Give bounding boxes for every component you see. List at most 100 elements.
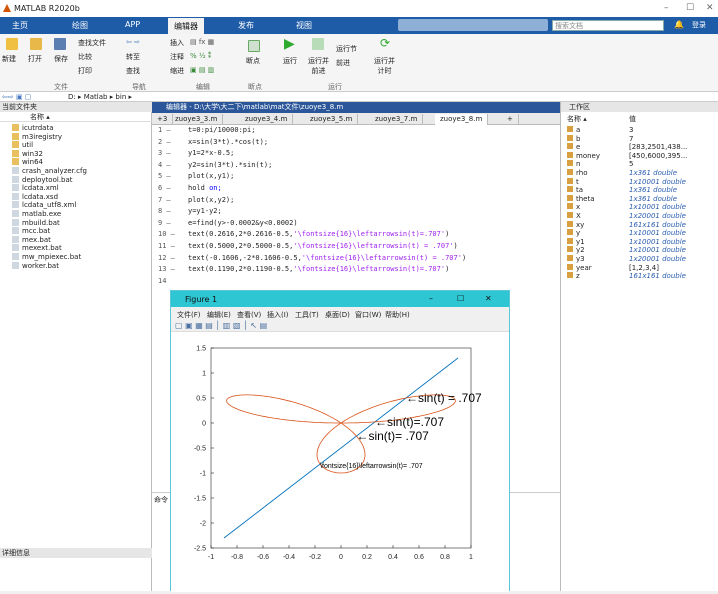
- find-button[interactable]: 查找: [126, 66, 140, 76]
- y-tick-label: -1: [200, 471, 206, 478]
- new-button[interactable]: 新建: [2, 54, 16, 64]
- line-chart[interactable]: -1 -0.8 -0.6 -0.4 -0.2 0 0.2 0.4 0.6 0.8 1 1.5 1 0.5 0…: [171, 332, 509, 592]
- file-list-item[interactable]: worker.bat: [12, 261, 59, 271]
- plot-area[interactable]: -1 -0.8 -0.6 -0.4 -0.2 0 0.2 0.4 0.6 0.8 1 1.5 1 0.5 0…: [171, 332, 509, 592]
- login-link[interactable]: 登录: [692, 20, 706, 30]
- run-time-button[interactable]: 运行并 计时: [374, 56, 395, 76]
- run-section-button[interactable]: 运行节: [336, 44, 357, 54]
- variable-icon: [567, 194, 573, 201]
- search-docs-input[interactable]: 搜索文档: [552, 20, 664, 31]
- ribbon: 新建 打开 保存 查找文件 比较 打印 文件 ⇦ ⇨ 转至 查找 导航 插入 注…: [0, 34, 718, 92]
- file-icon: [12, 218, 19, 226]
- nav-arrows-icon[interactable]: ⇦⇨ ▣ ▢: [2, 93, 31, 101]
- code-text: hold on;: [188, 184, 222, 192]
- save-icon[interactable]: [54, 38, 66, 50]
- x-tick-label: 0.2: [362, 554, 372, 561]
- matlab-logo-icon: [3, 4, 11, 12]
- run-button[interactable]: 运行: [283, 56, 297, 66]
- folder-icon: [12, 158, 19, 166]
- comment-button[interactable]: 注释: [170, 52, 184, 62]
- run-icon[interactable]: ▶: [284, 36, 295, 52]
- menu-view[interactable]: 查看(V): [237, 310, 261, 320]
- tab-home[interactable]: 主页: [12, 20, 28, 31]
- var-name: year: [567, 263, 592, 272]
- address-path[interactable]: D: ▸ Matlab ▸ bin ▸: [68, 93, 132, 101]
- var-value: 1x10001 double: [629, 203, 686, 212]
- run-time-icon[interactable]: ⟳: [380, 36, 390, 50]
- editor-tab[interactable]: zuoye3_4.m: [240, 114, 294, 125]
- menu-window[interactable]: 窗口(W): [355, 310, 381, 320]
- address-bar[interactable]: ⇦⇨ ▣ ▢ D: ▸ Matlab ▸ bin ▸: [0, 92, 718, 102]
- workspace-col-name[interactable]: 名称 ▴: [567, 114, 587, 124]
- file-name: mexext.bat: [22, 244, 62, 253]
- bell-icon[interactable]: 🔔: [674, 20, 684, 29]
- new-icon[interactable]: [6, 38, 18, 50]
- figure-window[interactable]: Figure 1 – ☐ ✕ 文件(F) 编辑(E) 查看(V) 插入(I) 工…: [170, 290, 510, 592]
- var-value: 1x361 double: [629, 194, 678, 203]
- editor-tab[interactable]: zuoye3_5.m: [305, 114, 359, 125]
- menu-tools[interactable]: 工具(T): [295, 310, 319, 320]
- goto-button[interactable]: 转至: [126, 52, 140, 62]
- file-icon: [12, 261, 19, 269]
- figure-maximize-icon[interactable]: ☐: [457, 294, 464, 303]
- menu-desktop[interactable]: 桌面(D): [325, 310, 350, 320]
- editor-tab[interactable]: zuoye3_7.m: [370, 114, 424, 125]
- variable-icon: [567, 186, 573, 193]
- figure-minimize-icon[interactable]: –: [429, 294, 433, 303]
- x-tick-label: 0.4: [388, 554, 398, 561]
- print-button[interactable]: 打印: [78, 66, 92, 76]
- menu-edit[interactable]: 编辑(E): [207, 310, 231, 320]
- figure-tool-icons[interactable]: ▢ ▣ ▦ ▤ │ ▥ ▧ │ ↖ ▤: [175, 321, 267, 330]
- advance-button[interactable]: 前进: [336, 58, 350, 68]
- line-number: 3 —: [158, 149, 171, 158]
- string-literal: '\fontsize{16}\leftarrowsin(t) = .707': [301, 253, 462, 262]
- menu-insert[interactable]: 插入(I): [267, 310, 289, 320]
- tab-view[interactable]: 视图: [296, 20, 312, 31]
- insert-button[interactable]: 插入: [170, 38, 184, 48]
- breakpoints-button[interactable]: 断点: [246, 56, 260, 66]
- figure-close-icon[interactable]: ✕: [485, 294, 492, 303]
- var-name: xy: [567, 220, 584, 229]
- editor-tab-active[interactable]: zuoye3_8.m: [435, 114, 489, 125]
- code-text: text(0.1190,2*0.1190-0.5,'\fontsize{16}\…: [188, 265, 450, 274]
- variable-icon: [567, 169, 573, 175]
- find-files-button[interactable]: 查找文件: [78, 38, 106, 48]
- variable-icon: [567, 126, 573, 132]
- tab-publish[interactable]: 发布: [238, 20, 254, 31]
- open-folder-icon[interactable]: [30, 38, 42, 50]
- back-forward-icon[interactable]: ⇦ ⇨: [126, 38, 140, 46]
- run-advance-icon[interactable]: [312, 38, 324, 50]
- figure-title-bar[interactable]: Figure 1 – ☐ ✕: [171, 291, 509, 307]
- open-button[interactable]: 打开: [28, 54, 42, 64]
- tab-apps[interactable]: APP: [125, 20, 140, 29]
- minimize-icon[interactable]: –: [664, 3, 669, 13]
- percent-icon[interactable]: % ½ ⁑: [190, 52, 211, 60]
- folder-col-name[interactable]: 名称 ▴: [0, 112, 152, 122]
- quick-access-toolbar[interactable]: [398, 19, 548, 31]
- y-tick-label: 0: [202, 421, 206, 428]
- workspace-col-value[interactable]: 值: [629, 114, 636, 124]
- tab-plots[interactable]: 绘图: [72, 20, 88, 31]
- breakpoints-icon[interactable]: [248, 40, 260, 52]
- indent-icons[interactable]: ▣ ▤ ▥: [190, 66, 214, 74]
- details-header[interactable]: 详细信息: [0, 548, 152, 558]
- variable-icon: [567, 263, 573, 270]
- file-name: util: [22, 141, 34, 150]
- var-value: 1x20001 double: [629, 212, 686, 220]
- editor-tab[interactable]: zuoye3_3.m: [170, 114, 224, 125]
- file-name: crash_analyzer.cfg: [22, 167, 87, 175]
- menu-help[interactable]: 帮助(H): [385, 310, 410, 320]
- compare-button[interactable]: 比较: [78, 52, 92, 62]
- run-advance-button[interactable]: 运行并 前进: [308, 56, 329, 76]
- figure-menu-bar: 文件(F) 编辑(E) 查看(V) 插入(I) 工具(T) 桌面(D) 窗口(W…: [171, 307, 509, 320]
- save-button[interactable]: 保存: [54, 54, 68, 64]
- indent-button[interactable]: 缩进: [170, 66, 184, 76]
- maximize-icon[interactable]: ☐: [686, 3, 694, 13]
- new-tab-button[interactable]: +: [502, 114, 519, 125]
- file-icon: [12, 253, 19, 260]
- fx-icon[interactable]: ▤ fx ▦: [190, 38, 214, 46]
- close-icon[interactable]: ✕: [706, 3, 714, 13]
- menu-file[interactable]: 文件(F): [177, 310, 201, 320]
- file-name: mbuild.bat: [22, 218, 60, 227]
- tab-editor[interactable]: 编辑器: [168, 18, 204, 34]
